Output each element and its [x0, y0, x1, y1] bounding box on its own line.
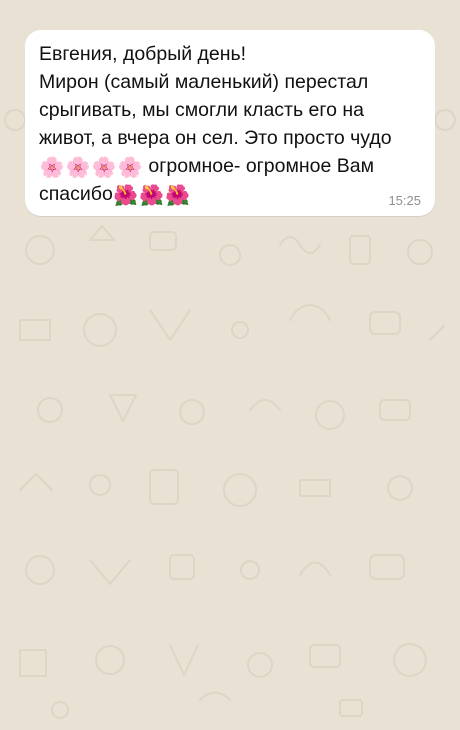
hibiscus-emoji: 🌺	[139, 185, 165, 207]
message-text: Евгения, добрый день! Мирон (самый малень…	[39, 40, 421, 208]
hibiscus-emoji: 🌺	[113, 185, 139, 207]
cherry-blossom-emoji: 🌸	[65, 157, 91, 179]
cherry-blossom-emoji: 🌸	[91, 157, 117, 179]
cherry-blossom-emoji: 🌸	[117, 157, 143, 179]
message-line-6: спасибо🌺🌺🌺	[39, 180, 421, 208]
message-line-5-text: огромное- огромное Вам	[143, 155, 375, 177]
hibiscus-emoji: 🌺	[165, 185, 191, 207]
message-line-6-text: спасибо	[39, 183, 113, 205]
message-line-5: 🌸🌸🌸🌸 огромное- огромное Вам	[39, 152, 421, 180]
incoming-message-bubble[interactable]: Евгения, добрый день! Мирон (самый малень…	[25, 30, 435, 216]
message-line-3: срыгивать, мы смогли класть его на	[39, 99, 364, 121]
message-timestamp: 15:25	[388, 193, 421, 208]
message-line-4: живот, а вчера он сел. Это просто чудо	[39, 127, 392, 149]
message-line-2: Мирон (самый маленький) перестал	[39, 71, 369, 93]
cherry-blossom-emoji: 🌸	[39, 157, 65, 179]
message-line-1: Евгения, добрый день!	[39, 43, 247, 65]
